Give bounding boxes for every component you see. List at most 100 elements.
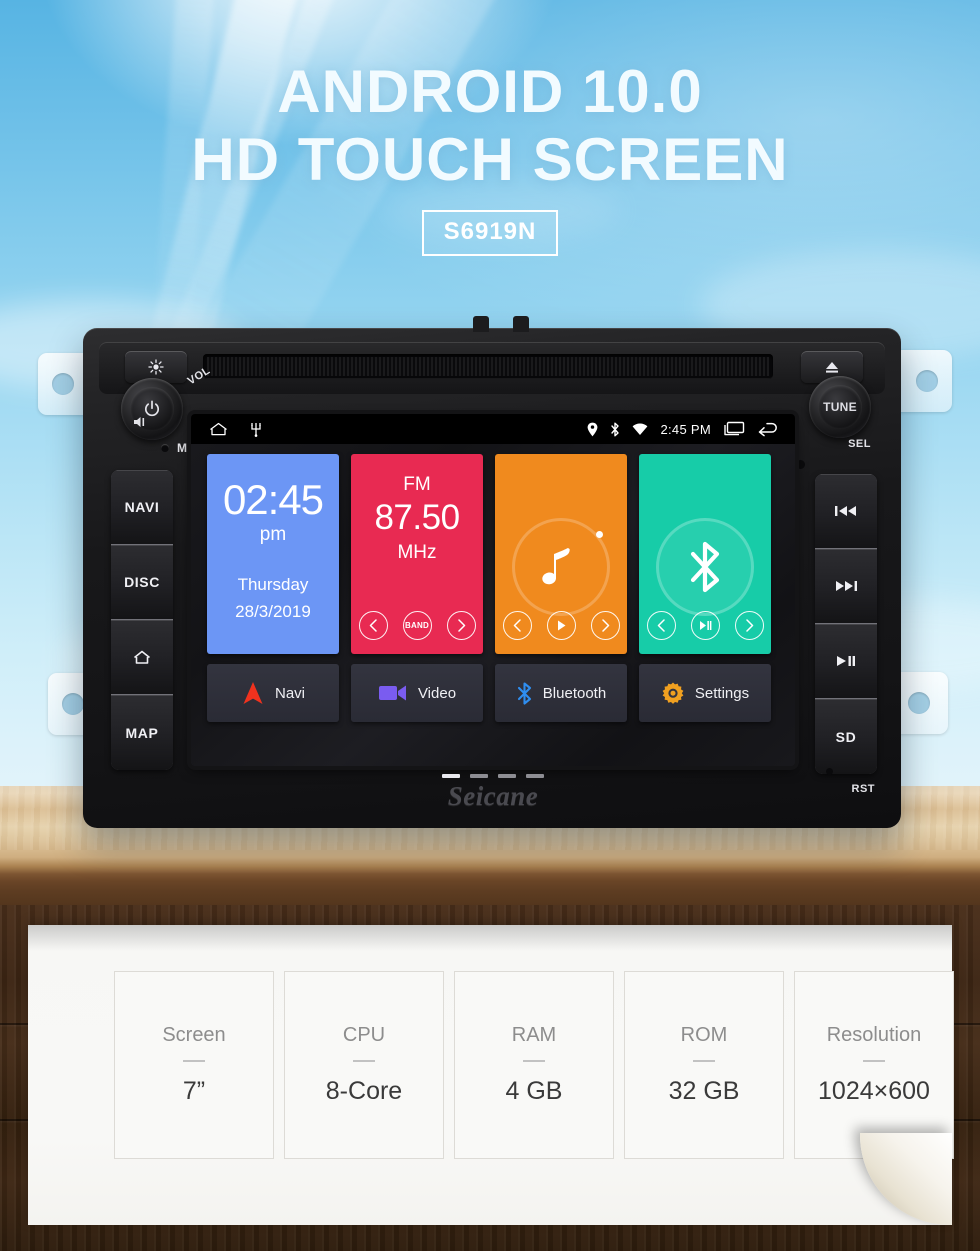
page-curl — [860, 1133, 952, 1225]
shortcut-settings[interactable]: Settings — [639, 664, 771, 722]
home-icon — [132, 649, 152, 666]
car-head-unit: VOL MIC NAVI DISC MAP TUNE SEL SD RST 2:… — [38, 310, 952, 840]
top-bezel — [99, 342, 885, 394]
next-track-button[interactable] — [815, 549, 877, 624]
music-next-button[interactable] — [590, 611, 620, 640]
bracket-hole — [908, 692, 930, 714]
recents-icon[interactable] — [723, 421, 745, 437]
spec-divider — [693, 1060, 715, 1062]
brightness-icon — [148, 359, 164, 375]
radio-frequency: 87.50 — [374, 498, 460, 537]
mute-icon — [133, 416, 149, 428]
bluetooth-next-button[interactable] — [734, 611, 764, 640]
navigation-arrow-icon — [241, 680, 265, 706]
right-button-stack: SD — [815, 474, 877, 774]
music-widget[interactable] — [495, 454, 627, 654]
power-volume-knob[interactable] — [121, 378, 183, 440]
shortcut-label: Navi — [274, 684, 305, 702]
map-button[interactable]: MAP — [111, 695, 173, 770]
indicator-mark — [526, 774, 544, 778]
bluetooth-icon — [683, 538, 727, 596]
bluetooth-prev-button[interactable] — [646, 611, 676, 640]
status-bar-right: 2:45 PM — [587, 421, 795, 437]
spec-divider — [523, 1060, 545, 1062]
radio-band-button[interactable]: BAND — [402, 611, 432, 640]
clock-widget[interactable]: 02:45 pm Thursday 28/3/2019 — [207, 454, 339, 654]
bracket-hole — [52, 373, 74, 395]
indicator-mark — [470, 774, 488, 778]
left-button-stack: NAVI DISC MAP — [111, 470, 173, 770]
bluetooth-ring — [656, 518, 754, 616]
radio-next-button[interactable] — [446, 611, 476, 640]
spec-card-rom: ROM 32 GB — [624, 971, 784, 1159]
microphone-hole — [161, 444, 169, 452]
radio-frequency-unit: MHz — [397, 542, 437, 563]
spec-value: 4 GB — [505, 1077, 563, 1105]
spec-card-cpu: CPU 8-Core — [284, 971, 444, 1159]
home-icon[interactable] — [209, 422, 228, 436]
music-play-button[interactable] — [546, 611, 576, 640]
next-track-icon — [833, 579, 859, 593]
shortcut-label: Settings — [694, 684, 750, 702]
music-controls — [495, 611, 627, 640]
shortcut-navi[interactable]: Navi — [207, 664, 339, 722]
spec-divider — [863, 1060, 885, 1062]
device-chassis: VOL MIC NAVI DISC MAP TUNE SEL SD RST 2:… — [83, 316, 901, 828]
ir-sensor — [796, 460, 805, 469]
bluetooth-controls — [639, 611, 771, 640]
indicator-mark — [442, 774, 460, 778]
music-note-icon — [532, 538, 590, 596]
bracket-hole — [62, 693, 84, 715]
model-badge: S6919N — [421, 210, 559, 256]
previous-track-icon — [833, 504, 859, 518]
disc-button[interactable]: DISC — [111, 545, 173, 620]
sel-label: SEL — [848, 438, 871, 450]
home-widget-row: 02:45 pm Thursday 28/3/2019 FM 87.50 MHz — [207, 454, 783, 654]
screen-surface: 2:45 PM 02:45 pm Thursday 28/3/2019 FM 8… — [191, 414, 795, 766]
spec-label: CPU — [342, 1024, 386, 1046]
bluetooth-play-pause-button[interactable] — [690, 611, 720, 640]
spec-card-ram: RAM 4 GB — [454, 971, 614, 1159]
brand-logo: Seicane — [447, 780, 539, 811]
sd-card-slot-button[interactable]: SD — [815, 699, 877, 774]
chassis-top-tab — [473, 316, 489, 332]
gear-icon — [661, 681, 685, 705]
chassis-top-tab — [513, 316, 529, 332]
shortcut-bluetooth[interactable]: Bluetooth — [495, 664, 627, 722]
radio-prev-button[interactable] — [358, 611, 388, 640]
bluetooth-widget[interactable] — [639, 454, 771, 654]
radio-controls: BAND — [351, 611, 483, 640]
tune-knob[interactable]: TUNE — [809, 376, 871, 438]
indicator-mark — [498, 774, 516, 778]
spec-value: 1024×600 — [818, 1077, 930, 1105]
spec-sheet: Screen 7” CPU 8-Core RAM 4 GB ROM 32 GB … — [28, 925, 954, 1225]
clock-ampm: pm — [259, 524, 287, 545]
spec-card-screen: Screen 7” — [114, 971, 274, 1159]
music-ring — [512, 518, 610, 616]
wifi-icon — [632, 423, 648, 436]
previous-track-button[interactable] — [815, 474, 877, 549]
music-prev-button[interactable] — [502, 611, 532, 640]
home-button[interactable] — [111, 620, 173, 695]
page-title: ANDROID 10.0 HD TOUCH SCREEN — [0, 58, 980, 194]
clock-weekday: Thursday — [237, 575, 309, 594]
shortcut-label: Video — [417, 684, 457, 702]
spec-value: 7” — [182, 1077, 206, 1105]
shortcut-video[interactable]: Video — [351, 664, 483, 722]
play-pause-button[interactable] — [815, 624, 877, 699]
spec-divider — [353, 1060, 375, 1062]
reset-hole[interactable] — [826, 768, 833, 775]
touch-screen[interactable]: 2:45 PM 02:45 pm Thursday 28/3/2019 FM 8… — [191, 414, 795, 766]
navi-button[interactable]: NAVI — [111, 470, 173, 545]
indicator-row — [442, 774, 544, 778]
back-icon[interactable] — [757, 422, 779, 437]
sheet-shadow — [28, 925, 952, 951]
music-ring-dot — [596, 531, 603, 538]
clock-time: 02:45 — [222, 476, 324, 523]
brand-logo-area: Seicane — [191, 772, 795, 820]
spec-label: ROM — [680, 1024, 728, 1046]
tune-knob-face: TUNE — [818, 385, 862, 429]
radio-widget[interactable]: FM 87.50 MHz BAND — [351, 454, 483, 654]
hero-headline: ANDROID 10.0 HD TOUCH SCREEN S6919N — [0, 58, 980, 256]
video-camera-icon — [378, 683, 408, 703]
